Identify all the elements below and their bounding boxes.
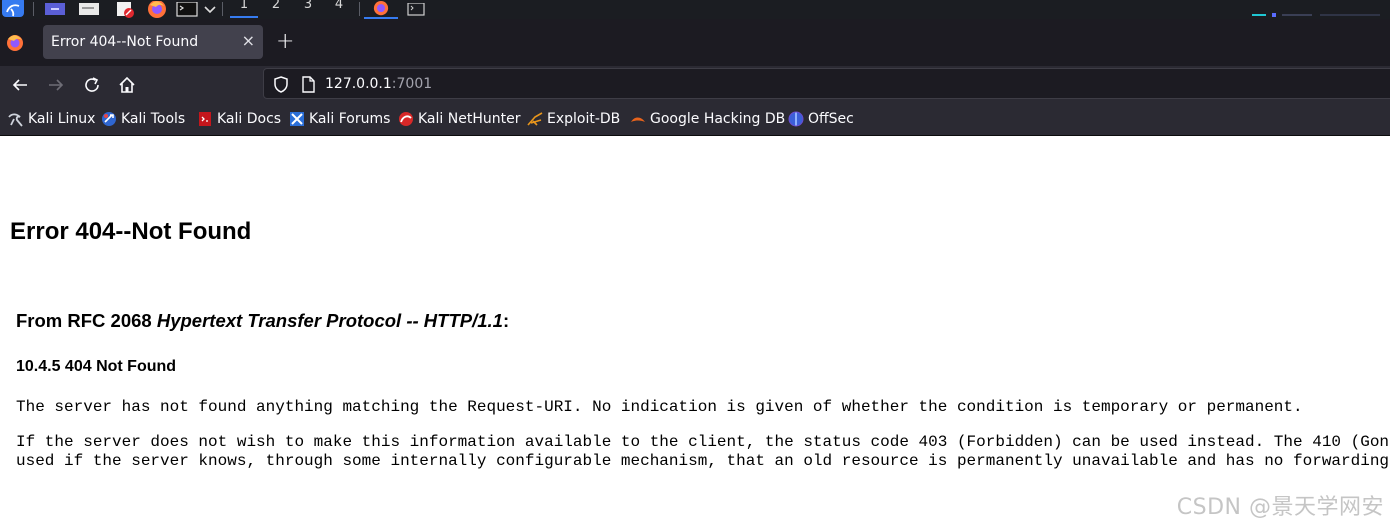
rfc-heading: From RFC 2068 Hypertext Transfer Protoco… [16,310,509,332]
new-tab-button[interactable]: + [276,31,294,53]
exploit-db-icon [527,112,543,126]
bookmark-label: Google Hacking DB [650,111,786,127]
nethunter-icon [399,112,413,126]
terminal-window-icon[interactable] [404,0,428,19]
url-text[interactable]: 127.0.0.1:7001 [325,76,432,92]
rfc-prefix: From RFC 2068 [16,310,157,331]
desktop-icon[interactable] [43,0,67,19]
page-content: Error 404--Not Found From RFC 2068 Hyper… [0,136,1390,529]
bookmark-kali-tools[interactable]: Kali Tools [101,110,185,128]
workspace-4[interactable]: 4 [325,0,353,16]
offsec-icon [788,111,804,127]
kali-tools-icon [102,112,116,126]
chevron-down-icon[interactable] [202,0,218,19]
kali-docs-icon [199,112,211,126]
paragraph-line-1: If the server does not wish to make this… [16,433,1390,451]
bookmark-label: Kali Linux [28,111,96,127]
firefox-icon[interactable] [145,0,169,19]
bookmark-label: Kali Forums [309,111,391,127]
tracking-protection-shield-icon[interactable] [273,76,289,97]
workspace-1[interactable]: 1 [230,0,258,18]
workspace-3[interactable]: 3 [294,0,322,16]
close-tab-icon[interactable]: × [242,31,255,50]
url-host: 127.0.0.1 [325,76,392,92]
screen: 1 2 3 4 Error 404--Not Found × + 127.0.0… [0,0,1390,529]
paragraph-line-2: used if the server knows, through some i… [16,452,1390,470]
tab-title: Error 404--Not Found [51,34,199,50]
csdn-watermark: CSDN @景天学网安 [1176,495,1384,520]
rfc-title: Hypertext Transfer Protocol -- HTTP/1.1 [156,310,503,331]
kali-menu-icon[interactable] [0,0,26,19]
url-bar[interactable]: 127.0.0.1:7001 [263,68,1390,99]
tab-error-404[interactable]: Error 404--Not Found × [43,25,263,59]
file-manager-icon[interactable] [77,0,101,19]
url-port: :7001 [391,76,433,92]
bookmark-kali-nethunter[interactable]: Kali NetHunter [398,110,520,128]
rfc-suffix: : [502,310,510,331]
bookmark-kali-docs[interactable]: Kali Docs [197,110,281,128]
firefox-window-icon[interactable] [364,0,398,19]
bookmark-label: Kali NetHunter [418,111,521,127]
browser-tab-strip: Error 404--Not Found × + [0,19,1390,66]
forward-arrow-icon[interactable] [45,74,67,96]
kali-dragon-icon [8,113,23,127]
taskbar-separator [359,2,360,16]
bookmark-label: Kali Tools [121,111,186,127]
bookmarks-toolbar: Kali Linux Kali Tools Kali Docs Kali For… [0,102,1390,136]
bookmark-google-hacking-db[interactable]: Google Hacking DB [630,110,785,128]
bookmark-label: Kali Docs [217,111,282,127]
page-title: Error 404--Not Found [10,218,252,245]
paragraph-forbidden-gone: If the server does not wish to make this… [16,433,1390,471]
ghdb-icon [631,117,645,122]
bookmark-label: Exploit-DB [547,111,621,127]
reload-icon[interactable] [81,74,103,96]
section-heading: 10.4.5 404 Not Found [16,358,177,375]
bookmark-kali-linux[interactable]: Kali Linux [8,110,95,128]
system-taskbar: 1 2 3 4 [0,0,1390,19]
navigation-toolbar: 127.0.0.1:7001 [0,66,1390,102]
bookmark-kali-forums[interactable]: Kali Forums [289,110,390,128]
back-arrow-icon[interactable] [9,74,31,96]
paragraph-not-found: The server has not found anything matchi… [16,398,1303,416]
bookmark-exploit-db[interactable]: Exploit-DB [527,110,620,128]
bookmark-offsec[interactable]: OffSec [788,110,854,128]
firefox-view-icon[interactable] [5,33,25,53]
text-editor-icon[interactable] [113,0,137,19]
bookmark-label: OffSec [808,111,854,127]
system-tray-indicators [1252,13,1380,17]
kali-forums-icon [290,112,304,126]
taskbar-separator [33,2,34,16]
page-info-icon[interactable] [301,76,315,97]
taskbar-separator [222,2,223,16]
home-icon[interactable] [116,74,138,96]
workspace-2[interactable]: 2 [262,0,290,16]
terminal-icon[interactable] [175,0,199,19]
